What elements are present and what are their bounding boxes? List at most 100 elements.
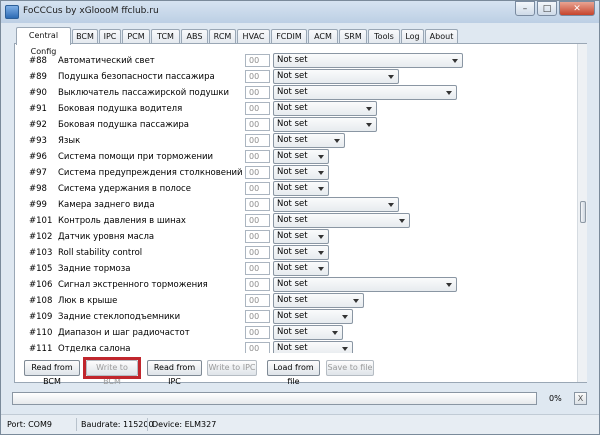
config-row: #108 Люк в крыше 00 Not set (29, 293, 569, 308)
status-separator (76, 418, 77, 431)
cancel-button[interactable]: X (574, 392, 587, 405)
chevron-down-icon (318, 267, 324, 271)
tab-srm[interactable]: SRM (339, 29, 367, 44)
row-code-field[interactable]: 00 (245, 230, 270, 243)
chevron-down-icon (366, 107, 372, 111)
close-icon[interactable]: ✕ (559, 1, 595, 16)
row-value-dropdown[interactable]: Not set (273, 325, 343, 340)
tab-fcdim[interactable]: FCDIM (271, 29, 307, 44)
row-code-field[interactable]: 00 (245, 278, 270, 291)
tab-about[interactable]: About (425, 29, 458, 44)
row-value-dropdown[interactable]: Not set (273, 341, 353, 353)
tab-rcm[interactable]: RCM (209, 29, 236, 44)
row-label: Камера заднего вида (58, 200, 155, 210)
row-value-dropdown[interactable]: Not set (273, 213, 410, 228)
row-code-field[interactable]: 00 (245, 166, 270, 179)
vertical-scrollbar[interactable] (577, 44, 587, 382)
row-code-field[interactable]: 00 (245, 342, 270, 353)
row-label: Отделка салона (58, 344, 131, 353)
read-from-ipc-button[interactable]: Read from IPC (147, 360, 202, 386)
row-number: #97 (29, 168, 47, 178)
row-value-dropdown[interactable]: Not set (273, 277, 457, 292)
row-label: Система помощи при торможении (58, 152, 214, 162)
row-code-field[interactable]: 00 (245, 118, 270, 131)
row-value-dropdown[interactable]: Not set (273, 245, 329, 260)
row-code-field[interactable]: 00 (245, 102, 270, 115)
row-code-field[interactable]: 00 (245, 134, 270, 147)
scroll-thumb[interactable] (580, 201, 586, 223)
row-label: Задние стеклоподъемники (58, 312, 181, 322)
row-code-field[interactable]: 00 (245, 326, 270, 339)
row-value-dropdown[interactable]: Not set (273, 261, 329, 276)
title-bar: FoCCCus by xGloooM ffclub.ru – □ ✕ (1, 1, 599, 23)
row-value-dropdown[interactable]: Not set (273, 53, 463, 68)
row-number: #89 (29, 72, 47, 82)
status-bar: Port: COM9 Baudrate: 115200 Device: ELM3… (1, 414, 599, 434)
save-to-file-button[interactable]: Save to file (326, 360, 374, 376)
row-code-field[interactable]: 00 (245, 70, 270, 83)
tab-bcm[interactable]: BCM (72, 29, 98, 44)
tab-ipc[interactable]: IPC (99, 29, 121, 44)
row-code-field[interactable]: 00 (245, 214, 270, 227)
maximize-icon[interactable]: □ (537, 1, 557, 16)
write-to-bcm-button[interactable]: Write to BCM (86, 360, 138, 386)
row-number: #92 (29, 120, 47, 130)
row-value-dropdown[interactable]: Not set (273, 69, 399, 84)
chevron-down-icon (318, 155, 324, 159)
row-code-field[interactable]: 00 (245, 150, 270, 163)
chevron-down-icon (342, 347, 348, 351)
row-value-dropdown[interactable]: Not set (273, 197, 399, 212)
row-value-dropdown[interactable]: Not set (273, 117, 377, 132)
tab-pcm[interactable]: PCM (122, 29, 150, 44)
tab-log[interactable]: Log (401, 29, 424, 44)
row-number: #109 (29, 312, 53, 322)
row-label: Контроль давления в шинах (58, 216, 186, 226)
row-value-dropdown[interactable]: Not set (273, 133, 345, 148)
row-value-dropdown[interactable]: Not set (273, 229, 329, 244)
dropdown-value: Not set (277, 247, 308, 257)
row-code-field[interactable]: 00 (245, 310, 270, 323)
row-code-field[interactable]: 00 (245, 54, 270, 67)
status-port: Port: COM9 (7, 420, 52, 429)
dropdown-value: Not set (277, 199, 308, 209)
row-label: Язык (58, 136, 81, 146)
load-from-file-button[interactable]: Load from file (267, 360, 320, 386)
write-to-ipc-button[interactable]: Write to IPC (207, 360, 257, 376)
row-code-field[interactable]: 00 (245, 294, 270, 307)
row-value-dropdown[interactable]: Not set (273, 149, 329, 164)
minimize-icon[interactable]: – (515, 1, 535, 16)
row-code-field[interactable]: 00 (245, 246, 270, 259)
row-value-dropdown[interactable]: Not set (273, 101, 377, 116)
tab-central-config[interactable]: Central Config (16, 27, 71, 56)
config-row: #106 Сигнал экстренного торможения 00 Not s… (29, 277, 569, 292)
row-value-dropdown[interactable]: Not set (273, 165, 329, 180)
row-code-field[interactable]: 00 (245, 182, 270, 195)
row-value-dropdown[interactable]: Not set (273, 85, 457, 100)
row-value-dropdown[interactable]: Not set (273, 293, 364, 308)
dropdown-value: Not set (277, 343, 308, 353)
chevron-down-icon (446, 283, 452, 287)
row-label: Люк в крыше (58, 296, 118, 306)
tab-acm[interactable]: ACM (308, 29, 338, 44)
row-code-field[interactable]: 00 (245, 86, 270, 99)
row-number: #90 (29, 88, 47, 98)
chevron-down-icon (366, 123, 372, 127)
tab-tcm[interactable]: TCM (151, 29, 180, 44)
chevron-down-icon (353, 299, 359, 303)
tab-hvac[interactable]: HVAC (237, 29, 270, 44)
dropdown-value: Not set (277, 103, 308, 113)
read-from-bcm-button[interactable]: Read from BCM (24, 360, 80, 386)
row-value-dropdown[interactable]: Not set (273, 309, 353, 324)
row-label: Задние тормоза (58, 264, 131, 274)
config-row: #109 Задние стеклоподъемники 00 Not set (29, 309, 569, 324)
progress-percent: 0% (549, 394, 562, 403)
chevron-down-icon (332, 331, 338, 335)
row-code-field[interactable]: 00 (245, 262, 270, 275)
tab-tools[interactable]: Tools (368, 29, 400, 44)
tab-abs[interactable]: ABS (181, 29, 208, 44)
row-label: Автоматический свет (58, 56, 155, 66)
chevron-down-icon (388, 75, 394, 79)
row-code-field[interactable]: 00 (245, 198, 270, 211)
row-value-dropdown[interactable]: Not set (273, 181, 329, 196)
config-row: #98 Система удержания в полосе 00 Not set (29, 181, 569, 196)
